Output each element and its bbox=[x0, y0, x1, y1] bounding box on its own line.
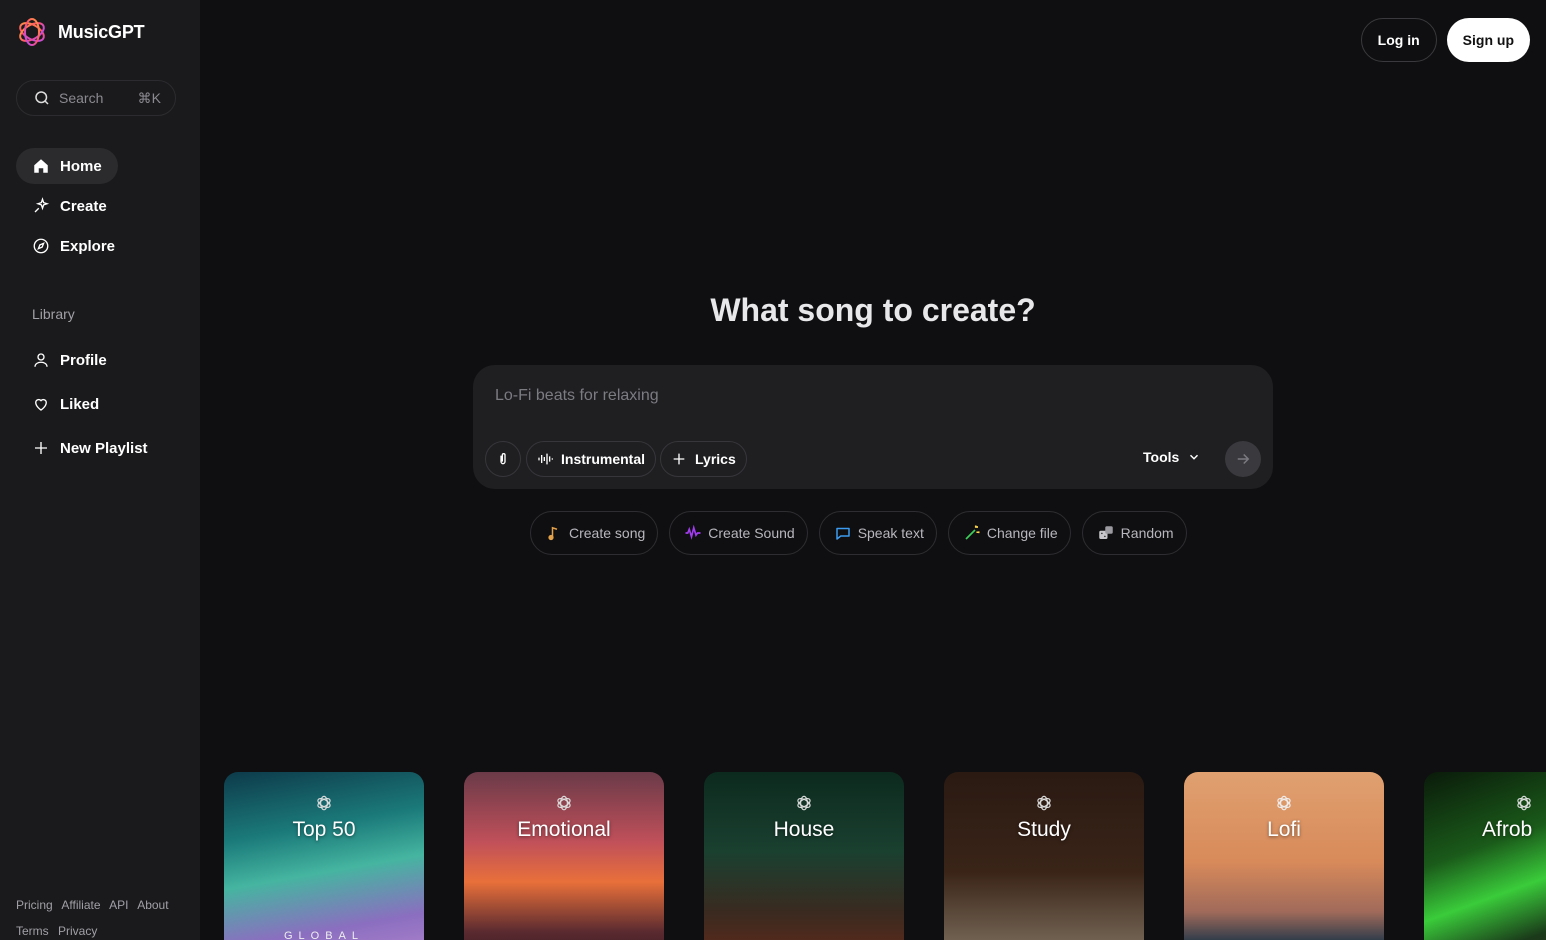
waveform-icon bbox=[538, 453, 553, 465]
chip-random[interactable]: Random bbox=[1081, 511, 1187, 555]
chip-label: Create song bbox=[569, 525, 646, 541]
card-title: Emotional bbox=[517, 818, 611, 841]
brand[interactable]: MusicGPT bbox=[16, 16, 145, 48]
card-title: Afrob bbox=[1482, 818, 1533, 841]
compass-icon bbox=[33, 238, 49, 254]
search-box[interactable]: Search ⌘K bbox=[16, 80, 176, 116]
chip-speak-text[interactable]: Speak text bbox=[818, 511, 937, 555]
dice-icon bbox=[1098, 526, 1113, 539]
nav-item-explore[interactable]: Explore bbox=[16, 228, 131, 264]
card-title: Study bbox=[1017, 818, 1071, 841]
chip-create-sound[interactable]: Create Sound bbox=[669, 511, 808, 555]
playlist-cards: Top 50 GLOBAL Emotional House Study Lofi… bbox=[224, 772, 1546, 940]
footer-link-terms[interactable]: Terms bbox=[16, 924, 49, 938]
playlist-card-afrobeats[interactable]: Afrob bbox=[1424, 772, 1546, 940]
speech-bubble-icon bbox=[835, 527, 850, 540]
nav-item-profile[interactable]: Profile bbox=[16, 342, 123, 378]
paperclip-icon bbox=[500, 453, 506, 465]
chip-change-file[interactable]: Change file bbox=[947, 511, 1071, 555]
tools-label: Tools bbox=[1143, 449, 1180, 465]
chevron-down-icon bbox=[1190, 454, 1199, 460]
arrow-right-icon bbox=[1237, 453, 1250, 465]
main-nav: Home Create Explore bbox=[16, 148, 184, 268]
nav-label: Profile bbox=[60, 351, 107, 369]
attach-button[interactable] bbox=[485, 441, 521, 477]
waveform-icon bbox=[685, 524, 701, 540]
nav-label: New Playlist bbox=[60, 439, 148, 457]
chip-label: Random bbox=[1120, 525, 1174, 541]
chip-label: Change file bbox=[986, 525, 1058, 541]
footer-links: Pricing Affiliate API About Terms Privac… bbox=[16, 892, 196, 940]
search-shortcut: ⌘K bbox=[137, 89, 161, 106]
nav-item-liked[interactable]: Liked bbox=[16, 386, 115, 422]
nav-item-new-playlist[interactable]: New Playlist bbox=[16, 430, 164, 466]
card-title: Top 50 bbox=[292, 818, 356, 841]
music-note-icon bbox=[548, 526, 558, 541]
nav-label: Create bbox=[60, 197, 107, 215]
plus-icon bbox=[35, 442, 47, 454]
magic-wand-icon bbox=[965, 525, 980, 540]
sparkle-icon bbox=[34, 197, 50, 213]
lyrics-button[interactable]: Lyrics bbox=[660, 441, 747, 477]
musicgpt-logo-icon bbox=[1517, 795, 1531, 811]
playlist-card-house[interactable]: House bbox=[704, 772, 904, 940]
library-nav: Profile Liked New Playlist bbox=[16, 342, 164, 474]
musicgpt-logo-icon bbox=[1277, 795, 1291, 811]
musicgpt-logo-icon bbox=[19, 18, 45, 46]
nav-item-home[interactable]: Home bbox=[16, 148, 118, 184]
plus-icon bbox=[673, 453, 685, 465]
signup-button[interactable]: Sign up bbox=[1446, 18, 1530, 62]
auth-buttons: Log in Sign up bbox=[1360, 18, 1530, 62]
heart-icon bbox=[35, 398, 47, 411]
musicgpt-logo-icon bbox=[1037, 795, 1051, 811]
musicgpt-logo-icon bbox=[317, 795, 331, 811]
nav-label: Liked bbox=[60, 395, 100, 413]
send-button[interactable] bbox=[1225, 441, 1261, 477]
footer-link-pricing[interactable]: Pricing bbox=[16, 898, 53, 912]
chip-create-song[interactable]: Create song bbox=[530, 511, 659, 555]
chip-label: Speak text bbox=[857, 525, 924, 541]
instrumental-label: Instrumental bbox=[561, 451, 646, 467]
footer-link-affiliate[interactable]: Affiliate bbox=[61, 898, 100, 912]
nav-item-create[interactable]: Create bbox=[16, 188, 123, 224]
card-title: Lofi bbox=[1267, 818, 1301, 841]
tools-dropdown[interactable]: Tools bbox=[1143, 449, 1201, 465]
user-icon bbox=[34, 353, 48, 367]
prompt-input[interactable] bbox=[495, 387, 1235, 405]
prompt-box: Instrumental Lyrics Tools bbox=[473, 365, 1273, 489]
sidebar: MusicGPT Search ⌘K Home Create Explore L… bbox=[0, 0, 200, 940]
library-label: Library bbox=[32, 306, 75, 322]
nav-label: Explore bbox=[60, 237, 116, 255]
playlist-card-emotional[interactable]: Emotional bbox=[464, 772, 664, 940]
footer-link-about[interactable]: About bbox=[137, 898, 168, 912]
instrumental-toggle[interactable]: Instrumental bbox=[526, 441, 657, 477]
playlist-card-study[interactable]: Study bbox=[944, 772, 1144, 940]
login-button[interactable]: Log in bbox=[1360, 18, 1437, 62]
nav-label: Home bbox=[60, 157, 102, 175]
brand-name: MusicGPT bbox=[58, 21, 145, 42]
home-icon bbox=[34, 159, 48, 173]
card-subtitle: GLOBAL bbox=[283, 930, 365, 940]
search-placeholder: Search bbox=[59, 90, 104, 106]
lyrics-label: Lyrics bbox=[695, 451, 736, 467]
page-title: What song to create? bbox=[710, 292, 1036, 328]
footer-link-api[interactable]: API bbox=[109, 898, 128, 912]
musicgpt-logo-icon bbox=[557, 795, 571, 811]
playlist-card-top-50[interactable]: Top 50 GLOBAL bbox=[224, 772, 424, 940]
footer-link-privacy[interactable]: Privacy bbox=[58, 924, 97, 938]
musicgpt-logo-icon bbox=[797, 795, 811, 811]
search-icon bbox=[35, 91, 49, 105]
playlist-card-lofi[interactable]: Lofi bbox=[1184, 772, 1384, 940]
suggestion-chips: Create song Create Sound Speak text Chan… bbox=[530, 511, 1187, 555]
chip-label: Create Sound bbox=[708, 525, 795, 541]
card-title: House bbox=[773, 818, 835, 841]
